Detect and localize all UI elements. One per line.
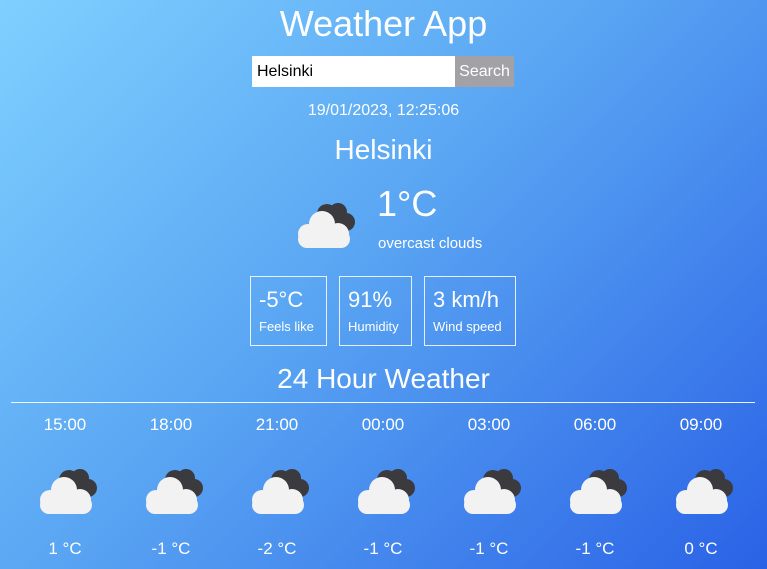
forecast-hour: 03:00 -1 °C	[439, 414, 539, 560]
forecast-hour-temp: -1 °C	[151, 539, 191, 558]
search-bar: Search	[252, 56, 514, 87]
humidity-label: Humidity	[348, 319, 399, 334]
overcast-clouds-icon	[146, 469, 203, 514]
forecast-hour-time: 21:00	[255, 415, 299, 434]
feels-like-label: Feels like	[259, 319, 314, 334]
forecast-hour-time: 15:00	[43, 415, 87, 434]
wind-speed-label: Wind speed	[433, 319, 502, 334]
current-datetime: 19/01/2023, 12:25:06	[307, 102, 460, 119]
weather-description: overcast clouds	[378, 235, 483, 252]
humidity-card: 91% Humidity	[339, 276, 412, 346]
forecast-hour-temp: -2 °C	[257, 539, 297, 558]
overcast-clouds-icon	[676, 469, 733, 514]
forecast-hour: 00:00 -1 °C	[333, 414, 433, 560]
search-button[interactable]: Search	[455, 56, 514, 87]
forecast-hour-time: 03:00	[467, 415, 511, 434]
current-temperature: 1°C	[377, 183, 438, 224]
overcast-clouds-icon	[252, 469, 309, 514]
forecast-hour-time: 09:00	[679, 415, 723, 434]
forecast-hour-time: 00:00	[361, 415, 405, 434]
forecast-hour: 18:00 -1 °C	[121, 414, 221, 560]
overcast-clouds-icon	[464, 469, 521, 514]
forecast-hour: 09:00 0 °C	[651, 414, 751, 560]
forecast-hour: 15:00 1 °C	[15, 414, 115, 560]
city-search-input[interactable]	[252, 56, 455, 87]
app-title: Weather App	[279, 3, 488, 44]
forecast-hour-temp: -1 °C	[469, 539, 509, 558]
overcast-clouds-icon	[40, 469, 97, 514]
forecast-hour: 06:00 -1 °C	[545, 414, 645, 560]
forecast-hour-temp: -1 °C	[575, 539, 615, 558]
feels-like-card: -5°C Feels like	[250, 276, 327, 346]
forecast-title: 24 Hour Weather	[277, 363, 490, 394]
divider	[11, 402, 755, 403]
overcast-clouds-icon	[358, 469, 415, 514]
feels-like-value: -5°C	[259, 287, 304, 312]
forecast-hour-temp: 0 °C	[684, 539, 718, 558]
forecast-hour-temp: -1 °C	[363, 539, 403, 558]
city-name: Helsinki	[334, 134, 433, 165]
forecast-hour: 21:00 -2 °C	[227, 414, 327, 560]
wind-speed-value: 3 km/h	[433, 287, 500, 312]
forecast-hour-temp: 1 °C	[48, 539, 82, 558]
forecast-hour-time: 06:00	[573, 415, 617, 434]
overcast-clouds-icon	[570, 469, 627, 514]
overcast-clouds-icon	[298, 203, 355, 248]
forecast-hour-time: 18:00	[149, 415, 193, 434]
humidity-value: 91%	[348, 287, 393, 312]
wind-speed-card: 3 km/h Wind speed	[424, 276, 516, 346]
